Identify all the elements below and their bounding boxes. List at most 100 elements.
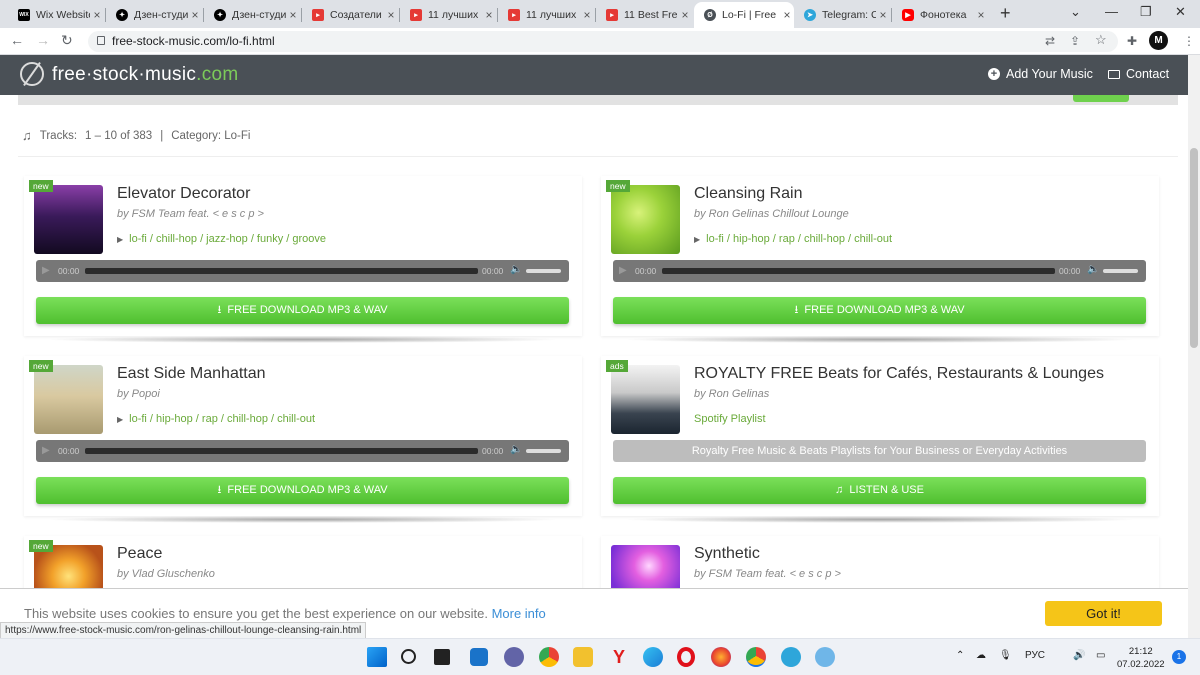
tray-chevron-icon[interactable]: ⌃ [956,650,964,661]
task-view-icon[interactable] [434,649,450,665]
close-tab-icon[interactable]: × [780,8,794,22]
yandex-browser-icon[interactable]: Y [609,647,629,667]
close-tab-icon[interactable]: × [580,8,594,22]
track-artist[interactable]: by Ron Gelinas Chillout Lounge [694,208,849,220]
volume-icon[interactable]: 🔈 [510,444,522,455]
menu-dots-icon[interactable]: ⋮ [1183,34,1195,48]
microphone-icon[interactable]: 🎙 [999,650,1012,661]
tab-sozdateli[interactable]: ▸ Создатели × [302,2,398,28]
tab-dzen-2[interactable]: ✦Дзен-студия× [204,2,300,28]
widgets-icon[interactable] [470,648,488,666]
close-tab-icon[interactable]: × [678,8,692,22]
track-thumbnail[interactable] [34,185,103,254]
ad-artist[interactable]: by Ron Gelinas [694,388,769,400]
search-icon[interactable] [401,649,416,664]
track-artist[interactable]: by FSM Team feat. < e s c p > [117,208,264,220]
track-title[interactable]: Peace [117,545,162,563]
tab-11-best-1[interactable]: ▸ 11 лучших × [400,2,496,28]
ads-badge: ads [606,360,628,372]
got-it-button[interactable]: Got it! [1045,601,1162,626]
tray-network-icon[interactable]: ☁ [976,650,986,661]
tab-fonoteka[interactable]: ▶ Фонотека × [892,2,988,28]
share-icon[interactable]: ⇪ [1070,34,1080,48]
ad-info-bar[interactable]: Royalty Free Music & Beats Playlists for… [613,440,1146,462]
spotify-playlist-link[interactable]: Spotify Playlist [694,413,766,425]
tab-telegram[interactable]: ➤ Telegram: C × [794,2,890,28]
close-tab-icon[interactable]: × [876,8,890,22]
track-title[interactable]: Cleansing Rain [694,185,803,203]
speaker-icon[interactable]: 🔊 [1073,650,1085,661]
seek-bar[interactable] [85,268,478,274]
close-tab-icon[interactable]: × [188,8,202,22]
volume-icon[interactable]: 🔈 [510,264,522,275]
firefox-icon[interactable] [711,647,731,667]
minimize-icon[interactable]: — [1105,4,1118,19]
close-tab-icon[interactable]: × [974,8,988,22]
new-tab-plus-icon[interactable]: + [1000,3,1011,24]
close-tab-icon[interactable]: × [286,8,300,22]
search-strip-button[interactable] [1073,95,1129,102]
chrome-active-icon[interactable] [746,647,766,667]
bookmark-star-icon[interactable]: ☆ [1095,32,1107,48]
ad-title[interactable]: ROYALTY FREE Beats for Cafés, Restaurant… [694,365,1104,383]
windows-start-icon[interactable] [367,647,387,667]
close-tab-icon[interactable]: × [384,8,398,22]
translate-icon[interactable]: ⇄ [1045,34,1055,48]
notification-badge[interactable]: 1 [1172,650,1186,664]
track-card: new Elevator Decorator by FSM Team feat.… [24,176,582,343]
app-icon[interactable] [815,647,835,667]
close-tab-icon[interactable]: × [482,8,496,22]
track-title[interactable]: Elevator Decorator [117,185,250,203]
play-icon[interactable]: ▶ [42,445,50,456]
volume-slider[interactable] [1103,269,1138,273]
opera-icon[interactable] [677,647,695,667]
tab-search-chevron-icon[interactable]: ⌄ [1070,4,1081,20]
tab-wix[interactable]: WIX Wix Website × [8,2,104,28]
volume-slider[interactable] [526,269,561,273]
url-field[interactable]: free-stock-music.com/lo-fi.html [88,31,1118,52]
track-artist[interactable]: by FSM Team feat. < e s c p > [694,568,841,580]
maximize-icon[interactable]: ❐ [1140,4,1152,20]
tab-lofi-active[interactable]: Ø Lo-Fi | Free × [694,2,794,28]
seek-bar[interactable] [662,268,1055,274]
play-icon[interactable]: ▶ [619,265,627,276]
file-explorer-icon[interactable] [573,647,593,667]
logo-icon[interactable] [20,62,44,86]
battery-icon[interactable]: ▭ [1096,650,1105,661]
edge-icon[interactable] [643,647,663,667]
track-thumbnail[interactable] [611,185,680,254]
track-title[interactable]: Synthetic [694,545,760,563]
free-download-button[interactable]: ⭳ FREE DOWNLOAD MP3 & WAV [36,297,569,324]
play-icon[interactable]: ▶ [42,265,50,276]
forward-arrow-icon[interactable]: → [36,32,50,48]
track-title[interactable]: East Side Manhattan [117,365,266,383]
tab-11-best-free[interactable]: ▸ 11 Best Free × [596,2,692,28]
close-tab-icon[interactable]: × [90,8,104,22]
track-thumbnail[interactable] [34,365,103,434]
tab-dzen-1[interactable]: ✦Дзен-студия× [106,2,202,28]
teams-chat-icon[interactable] [504,647,524,667]
seek-bar[interactable] [85,448,478,454]
more-info-link[interactable]: More info [492,606,546,621]
tab-11-best-2[interactable]: ▸ 11 лучших × [498,2,594,28]
free-download-button[interactable]: ⭳ FREE DOWNLOAD MP3 & WAV [613,297,1146,324]
clock[interactable]: 21:12 07.02.2022 [1117,645,1165,671]
reload-icon[interactable]: ↻ [61,32,73,49]
ad-thumbnail[interactable] [611,365,680,434]
listen-and-use-button[interactable]: ♫ LISTEN & USE [613,477,1146,504]
scrollbar-thumb[interactable] [1190,148,1198,348]
extensions-puzzle-icon[interactable]: ✚ [1127,34,1137,48]
profile-avatar[interactable]: M [1149,31,1168,50]
volume-icon[interactable]: 🔈 [1087,264,1099,275]
volume-slider[interactable] [526,449,561,453]
close-window-icon[interactable]: ✕ [1175,4,1186,20]
track-artist[interactable]: by Popoi [117,388,160,400]
add-your-music-link[interactable]: + Add Your Music [988,67,1093,81]
back-arrow-icon[interactable]: ← [10,32,24,48]
chrome-icon[interactable] [539,647,559,667]
site-logo[interactable]: free·stock·music.com [52,64,239,86]
contact-link[interactable]: Contact [1108,67,1169,81]
free-download-button[interactable]: ⭳ FREE DOWNLOAD MP3 & WAV [36,477,569,504]
track-artist[interactable]: by Vlad Gluschenko [117,568,215,580]
telegram-icon[interactable] [781,647,801,667]
